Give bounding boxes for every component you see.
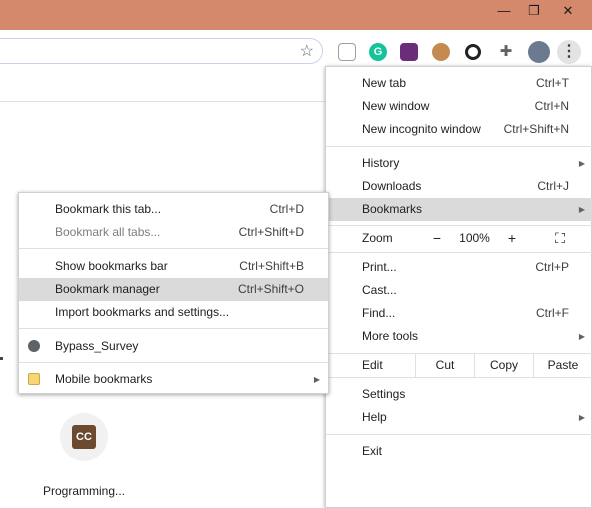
- menu-print[interactable]: Print... Ctrl+P: [326, 256, 592, 279]
- address-bar[interactable]: ☆: [0, 38, 323, 64]
- menu-separator: [326, 146, 592, 147]
- close-button[interactable]: ✕: [552, 0, 584, 22]
- submenu-arrow-icon: ▶: [578, 205, 585, 214]
- fullscreen-icon[interactable]: ⛶: [548, 227, 572, 250]
- page-fragment: [0, 357, 3, 360]
- cookie-icon[interactable]: [432, 43, 450, 61]
- menu-history[interactable]: History ▶: [326, 152, 592, 175]
- paste-button[interactable]: Paste: [534, 354, 592, 377]
- bookmark-bypass-survey[interactable]: Bypass_Survey: [19, 335, 328, 358]
- restore-button[interactable]: ❐: [518, 0, 550, 22]
- show-bookmarks-bar[interactable]: Show bookmarks bar Ctrl+Shift+B: [19, 255, 328, 278]
- menu-separator: [326, 252, 592, 253]
- extensions-puzzle-icon[interactable]: ✚: [497, 43, 515, 61]
- menu-bookmarks[interactable]: Bookmarks ▶: [326, 198, 592, 221]
- menu-new-tab[interactable]: New tab Ctrl+T: [326, 72, 592, 95]
- menu-edit-row: Edit Cut Copy Paste: [326, 354, 592, 377]
- bookmarks-submenu: Bookmark this tab... Ctrl+D Bookmark all…: [18, 192, 329, 394]
- zoom-out-button[interactable]: −: [422, 227, 452, 250]
- grammarly-icon[interactable]: G: [369, 43, 387, 61]
- submenu-arrow-icon: ▶: [578, 332, 585, 341]
- menu-new-incognito-window[interactable]: New incognito window Ctrl+Shift+N: [326, 118, 592, 141]
- copy-button[interactable]: Copy: [475, 354, 533, 377]
- submenu-arrow-icon: ▶: [578, 159, 585, 168]
- import-bookmarks[interactable]: Import bookmarks and settings...: [19, 301, 328, 324]
- toolbar-divider: [0, 101, 330, 102]
- zoom-in-button[interactable]: +: [497, 227, 527, 250]
- zoom-level: 100%: [459, 231, 490, 245]
- cut-button[interactable]: Cut: [416, 354, 474, 377]
- extension-dark-icon[interactable]: [465, 44, 481, 60]
- shortcut-tile-icon: CC: [72, 425, 96, 449]
- bookmark-this-tab[interactable]: Bookmark this tab... Ctrl+D: [19, 198, 328, 221]
- profile-avatar[interactable]: [528, 41, 550, 63]
- menu-settings[interactable]: Settings: [326, 383, 592, 406]
- menu-separator: [19, 248, 328, 249]
- globe-icon: [28, 340, 40, 352]
- bookmark-star-icon[interactable]: ☆: [300, 41, 314, 61]
- menu-separator: [19, 362, 328, 363]
- folder-icon: [28, 373, 40, 385]
- menu-downloads[interactable]: Downloads Ctrl+J: [326, 175, 592, 198]
- menu-help[interactable]: Help ▶: [326, 406, 592, 429]
- chrome-main-menu: New tab Ctrl+T New window Ctrl+N New inc…: [325, 66, 592, 508]
- minimize-button[interactable]: —: [488, 0, 520, 22]
- menu-find[interactable]: Find... Ctrl+F: [326, 302, 592, 325]
- submenu-arrow-icon: ▶: [313, 375, 320, 384]
- bookmark-manager[interactable]: Bookmark manager Ctrl+Shift+O: [19, 278, 328, 301]
- menu-separator: [326, 434, 592, 435]
- menu-more-tools[interactable]: More tools ▶: [326, 325, 592, 348]
- menu-separator: [19, 328, 328, 329]
- menu-zoom-row: Zoom − 100% + ⛶: [326, 227, 592, 250]
- menu-new-window[interactable]: New window Ctrl+N: [326, 95, 592, 118]
- shortcut-tile[interactable]: CC: [60, 413, 108, 461]
- menu-separator: [326, 225, 592, 226]
- extension-gray-icon[interactable]: [338, 43, 356, 61]
- menu-cast[interactable]: Cast...: [326, 279, 592, 302]
- mobile-bookmarks[interactable]: Mobile bookmarks ▶: [19, 368, 328, 391]
- extension-purple-icon[interactable]: [400, 43, 418, 61]
- menu-separator: [326, 377, 592, 378]
- title-bar: — ❐ ✕: [0, 0, 592, 30]
- bookmark-all-tabs[interactable]: Bookmark all tabs... Ctrl+Shift+D: [19, 221, 328, 244]
- submenu-arrow-icon: ▶: [578, 413, 585, 422]
- kebab-menu-button[interactable]: ⋮: [557, 40, 581, 64]
- menu-exit[interactable]: Exit: [326, 440, 592, 463]
- shortcut-tile-label[interactable]: Programming...: [38, 484, 130, 498]
